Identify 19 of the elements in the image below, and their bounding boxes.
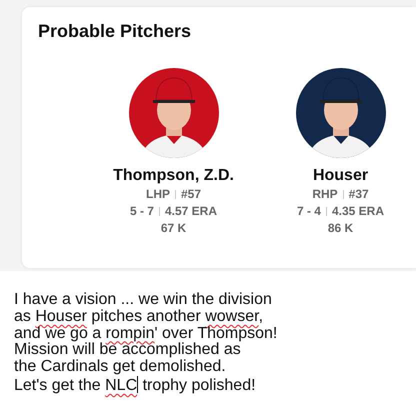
text-line: Mission will be accomplished as bbox=[14, 342, 241, 359]
strikeouts-stat: 67 K bbox=[160, 220, 186, 237]
text-line: Let's get the NLC trophy polished! bbox=[14, 376, 257, 395]
win-loss-record: 7 - 4 bbox=[296, 203, 321, 220]
card-title: Probable Pitchers bbox=[38, 21, 192, 42]
win-loss-record: 5 - 7 bbox=[130, 203, 154, 220]
era-stat: 4.57 ERA bbox=[164, 203, 218, 220]
jersey-number: #37 bbox=[348, 186, 369, 203]
text-line: as Houser pitches another wowser, bbox=[14, 308, 264, 326]
era-stat: 4.35 ERA bbox=[332, 203, 384, 220]
text-line: I have a vision ... we win the division bbox=[14, 292, 273, 309]
throwing-hand: LHP bbox=[146, 186, 170, 203]
strikeouts-stat: 86 K bbox=[328, 220, 354, 237]
pitcher-name: Thompson, Z.D. bbox=[113, 166, 234, 186]
text-line: the Cardinals get demolished. bbox=[14, 359, 227, 376]
text-line: and we go a rompin' over Thompson! bbox=[14, 326, 278, 342]
jersey-number: #57 bbox=[180, 186, 202, 203]
throwing-hand: RHP bbox=[312, 186, 338, 203]
pitcher-name: Houser bbox=[312, 166, 368, 186]
